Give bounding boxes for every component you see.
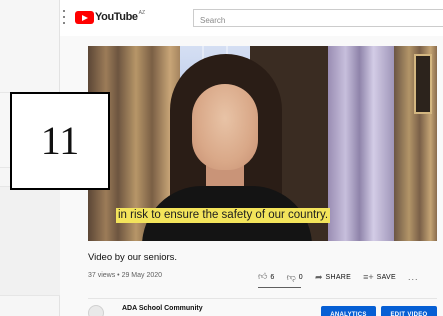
like-count: 6	[270, 273, 275, 281]
edit-video-button[interactable]: EDIT VIDEO	[381, 306, 437, 316]
divider	[88, 298, 437, 299]
youtube-logo[interactable]: YouTube AZ	[75, 10, 145, 24]
playlist-add-icon: ≡+	[363, 272, 374, 282]
video-player[interactable]: in risk to ensure the safety of our coun…	[88, 46, 437, 241]
channel-name[interactable]: ADA School Community	[122, 305, 203, 312]
save-label: SAVE	[376, 273, 396, 281]
like-button[interactable]: 👍︎ 6	[258, 271, 275, 282]
like-ratio-fill	[258, 287, 301, 288]
video-meta: 37 views • 29 May 2020	[88, 272, 163, 279]
more-vert-icon[interactable]	[60, 10, 68, 24]
share-button[interactable]: ➦ SHARE	[315, 272, 351, 282]
youtube-page: YouTube AZ in risk to ensure the safety …	[60, 0, 443, 316]
video-person-face	[192, 84, 258, 170]
thumbs-down-icon: 👎︎	[286, 272, 296, 282]
save-button[interactable]: ≡+ SAVE	[363, 272, 396, 282]
video-title: Video by our seniors.	[88, 252, 178, 263]
video-actions: 👍︎ 6 👎︎ 0 ➦ SHARE ≡+ SAVE ...	[258, 270, 419, 284]
analytics-button[interactable]: ANALYTICS	[321, 306, 376, 316]
youtube-play-icon	[75, 11, 94, 24]
like-ratio-bar	[258, 287, 301, 288]
dislike-count: 0	[298, 273, 303, 281]
dislike-button[interactable]: 👎︎ 0	[287, 272, 303, 282]
video-wall-picture	[414, 54, 432, 114]
share-label: SHARE	[325, 273, 352, 281]
video-curtain-middle	[328, 46, 398, 241]
logo-text: YouTube	[95, 11, 138, 23]
thumbs-up-icon: 👍︎	[258, 271, 268, 281]
video-caption: in risk to ensure the safety of our coun…	[116, 208, 331, 223]
channel-avatar[interactable]	[88, 305, 104, 316]
more-actions-button[interactable]: ...	[408, 272, 419, 282]
overlay-number: 11	[40, 118, 80, 163]
header: YouTube AZ	[60, 0, 443, 36]
number-overlay-box: 11	[10, 92, 110, 190]
logo-region: AZ	[138, 10, 146, 16]
left-background-panel-bottom	[0, 186, 60, 296]
share-icon: ➦	[314, 272, 323, 282]
search-box	[193, 9, 443, 29]
search-input[interactable]	[194, 12, 443, 29]
